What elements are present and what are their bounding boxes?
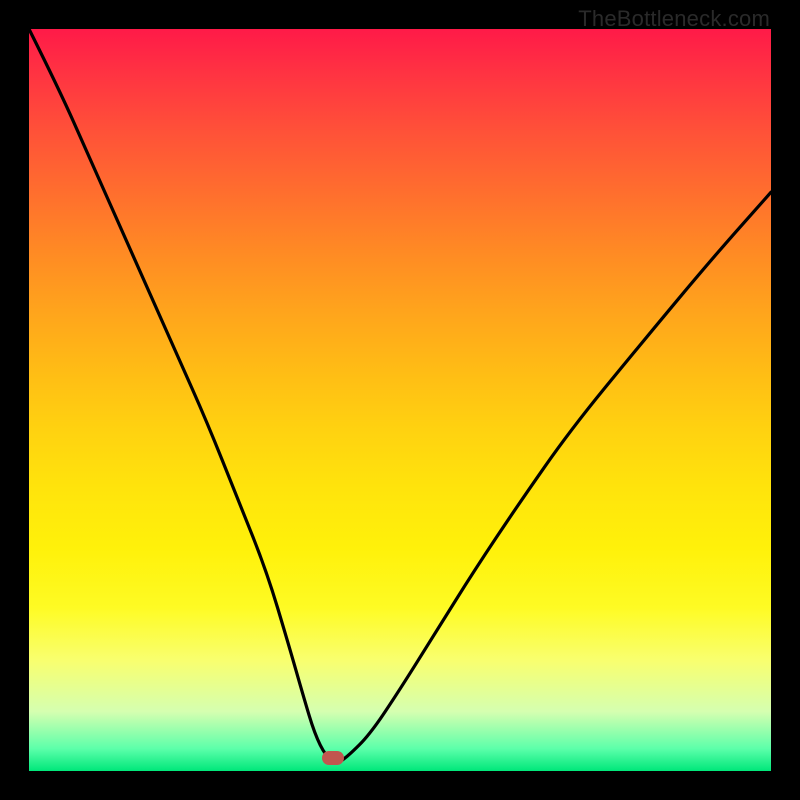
watermark-text: TheBottleneck.com [578,6,770,32]
chart-curve [29,29,771,771]
bottleneck-marker [322,751,344,765]
chart-frame: TheBottleneck.com [0,0,800,800]
